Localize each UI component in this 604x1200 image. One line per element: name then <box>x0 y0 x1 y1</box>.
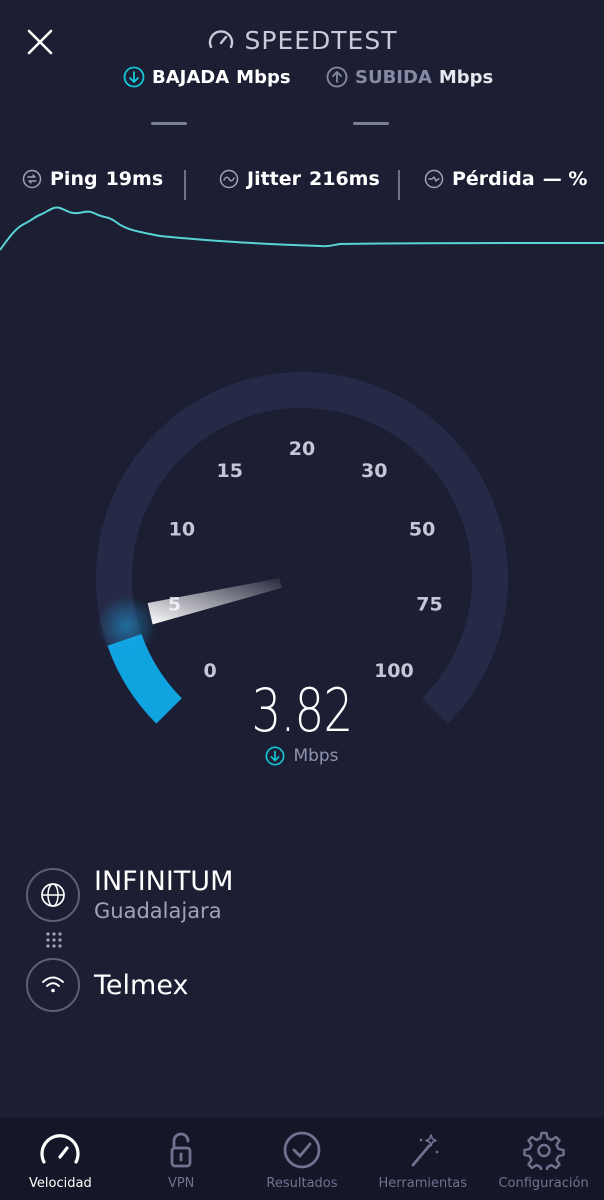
app-header: SPEEDTEST <box>0 26 604 55</box>
padlock-icon <box>170 1132 192 1168</box>
download-value-placeholder <box>151 122 187 125</box>
connection-dots-icon <box>46 932 62 948</box>
wifi-icon-circle <box>26 958 80 1012</box>
jitter-value: 216ms <box>309 168 380 190</box>
ping-label: Ping <box>50 168 98 190</box>
gauge-tick-label: 15 <box>217 460 243 482</box>
gauge-tick-labels: 05101520305075100 <box>168 438 443 682</box>
nav-item-resultados[interactable]: Resultados <box>242 1118 363 1200</box>
gauge-tick-label: 30 <box>361 460 387 482</box>
nav-item-configuracion[interactable]: Configuración <box>483 1118 604 1200</box>
jitter-icon <box>219 169 239 189</box>
packet-loss-value: — % <box>542 168 588 190</box>
upload-value-placeholder <box>353 122 389 125</box>
nav-item-herramientas[interactable]: Herramientas <box>362 1118 483 1200</box>
isp-location: Guadalajara <box>94 899 222 923</box>
nav-label: VPN <box>167 1176 195 1191</box>
gauge-tick-label: 75 <box>416 593 442 615</box>
gear-icon <box>522 1131 565 1170</box>
jitter-metric: Jitter 216ms <box>219 168 380 190</box>
nav-label: Resultados <box>266 1176 338 1191</box>
nav-label: Configuración <box>498 1176 589 1191</box>
speed-history-graph <box>0 206 604 251</box>
globe-icon <box>41 882 65 907</box>
upload-indicator: SUBIDA Mbps <box>326 66 493 88</box>
ping-metric: Ping 19ms <box>22 168 163 190</box>
nav-item-vpn[interactable]: VPN <box>121 1118 242 1200</box>
packet-loss-icon <box>424 169 444 189</box>
globe-icon-circle <box>26 867 80 922</box>
current-speed-value: 3.82 <box>251 676 353 746</box>
wifi-icon <box>42 976 64 993</box>
nav-label: Herramientas <box>378 1176 468 1191</box>
ping-icon <box>22 169 42 189</box>
gauge-needle <box>147 578 282 625</box>
gauge-needle-shape <box>147 578 282 625</box>
metrics-row: Ping 19ms Jitter 216ms Pérdida — % <box>0 168 604 200</box>
packet-loss-label: Pérdida <box>452 168 535 190</box>
nav-label: Velocidad <box>29 1176 92 1191</box>
download-arrow-icon <box>265 746 285 766</box>
server-info[interactable]: Telmex <box>26 958 188 1012</box>
gauge-tick-label: 10 <box>169 518 195 540</box>
gauge-fill-glow <box>96 595 157 656</box>
server-name: Telmex <box>94 969 189 1001</box>
magic-wand-icon <box>411 1134 439 1167</box>
speedometer-icon <box>40 1134 80 1164</box>
ping-value: 19ms <box>105 168 164 190</box>
download-label: BAJADA <box>152 66 230 88</box>
isp-name: INFINITUM <box>94 866 234 897</box>
current-speed-unit-row: Mbps <box>0 746 604 766</box>
current-speed-unit: Mbps <box>293 746 339 766</box>
upload-unit: Mbps <box>438 66 494 88</box>
gauge-tick-label: 50 <box>409 518 435 540</box>
checkmark-circle-icon <box>283 1131 321 1169</box>
packet-loss-metric: Pérdida — % <box>424 168 587 190</box>
download-indicator: BAJADA Mbps <box>123 66 291 88</box>
speedometer-icon <box>208 29 233 48</box>
download-arrow-icon <box>123 66 145 88</box>
bottom-navigation: Velocidad VPN Resultados Herramientas Co… <box>0 1118 604 1200</box>
jitter-label: Jitter <box>247 168 302 190</box>
upload-arrow-icon <box>326 66 348 88</box>
divider <box>184 170 186 200</box>
upload-label: SUBIDA <box>355 66 432 88</box>
download-unit: Mbps <box>236 66 291 88</box>
nav-item-velocidad[interactable]: Velocidad <box>0 1118 121 1200</box>
page-title: SPEEDTEST <box>244 26 398 55</box>
status-bar <box>0 0 604 8</box>
gauge-tick-label: 20 <box>289 438 315 460</box>
isp-info[interactable]: INFINITUM Guadalajara <box>26 866 233 923</box>
divider <box>398 170 400 200</box>
